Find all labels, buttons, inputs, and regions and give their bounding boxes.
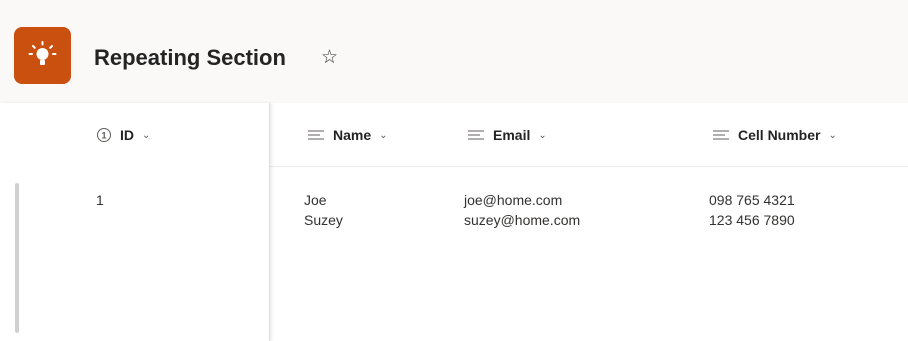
email-line: joe@home.com — [464, 192, 563, 208]
column-header-label: Cell Number — [738, 127, 821, 143]
app-header: Repeating Section ☆ — [0, 0, 908, 103]
cell-id: 1 — [96, 192, 104, 208]
column-header-cell-number[interactable]: Cell Number ⌄ — [712, 103, 837, 167]
column-header-id[interactable]: 1 ID ⌄ — [96, 103, 150, 167]
favorite-star-icon[interactable]: ☆ — [321, 46, 338, 70]
svg-text:1: 1 — [101, 131, 106, 141]
email-line: suzey@home.com — [464, 212, 581, 228]
list-grid: 1 ID ⌄ Name ⌄ Email ⌄ Cell Number ⌄ 1 Jo… — [0, 103, 908, 341]
chevron-down-icon: ⌄ — [142, 129, 151, 141]
chevron-down-icon: ⌄ — [828, 129, 837, 141]
column-header-label: Email — [493, 127, 531, 143]
number-type-icon: 1 — [96, 127, 112, 143]
page-title: Repeating Section — [94, 45, 286, 70]
column-header-label: Name — [333, 127, 372, 143]
text-type-icon — [712, 129, 730, 141]
name-line: Suzey — [304, 212, 343, 228]
cell-name: Joe Suzey — [304, 190, 343, 230]
chevron-down-icon: ⌄ — [379, 129, 388, 141]
lightbulb-icon[interactable] — [14, 27, 71, 84]
phone-line: 123 456 7890 — [709, 212, 795, 228]
phone-line: 098 765 4321 — [709, 192, 795, 208]
name-line: Joe — [304, 192, 327, 208]
row-selection-bar[interactable] — [15, 183, 19, 333]
column-header-label: ID — [120, 127, 134, 143]
cell-email: joe@home.com suzey@home.com — [464, 190, 580, 230]
column-header-name[interactable]: Name ⌄ — [307, 103, 388, 167]
cell-cell-number: 098 765 4321 123 456 7890 — [709, 190, 795, 230]
text-type-icon — [467, 129, 485, 141]
chevron-down-icon: ⌄ — [538, 129, 547, 141]
text-type-icon — [307, 129, 325, 141]
column-header-email[interactable]: Email ⌄ — [467, 103, 547, 167]
column-header-row: 1 ID ⌄ Name ⌄ Email ⌄ Cell Number ⌄ — [0, 103, 908, 167]
